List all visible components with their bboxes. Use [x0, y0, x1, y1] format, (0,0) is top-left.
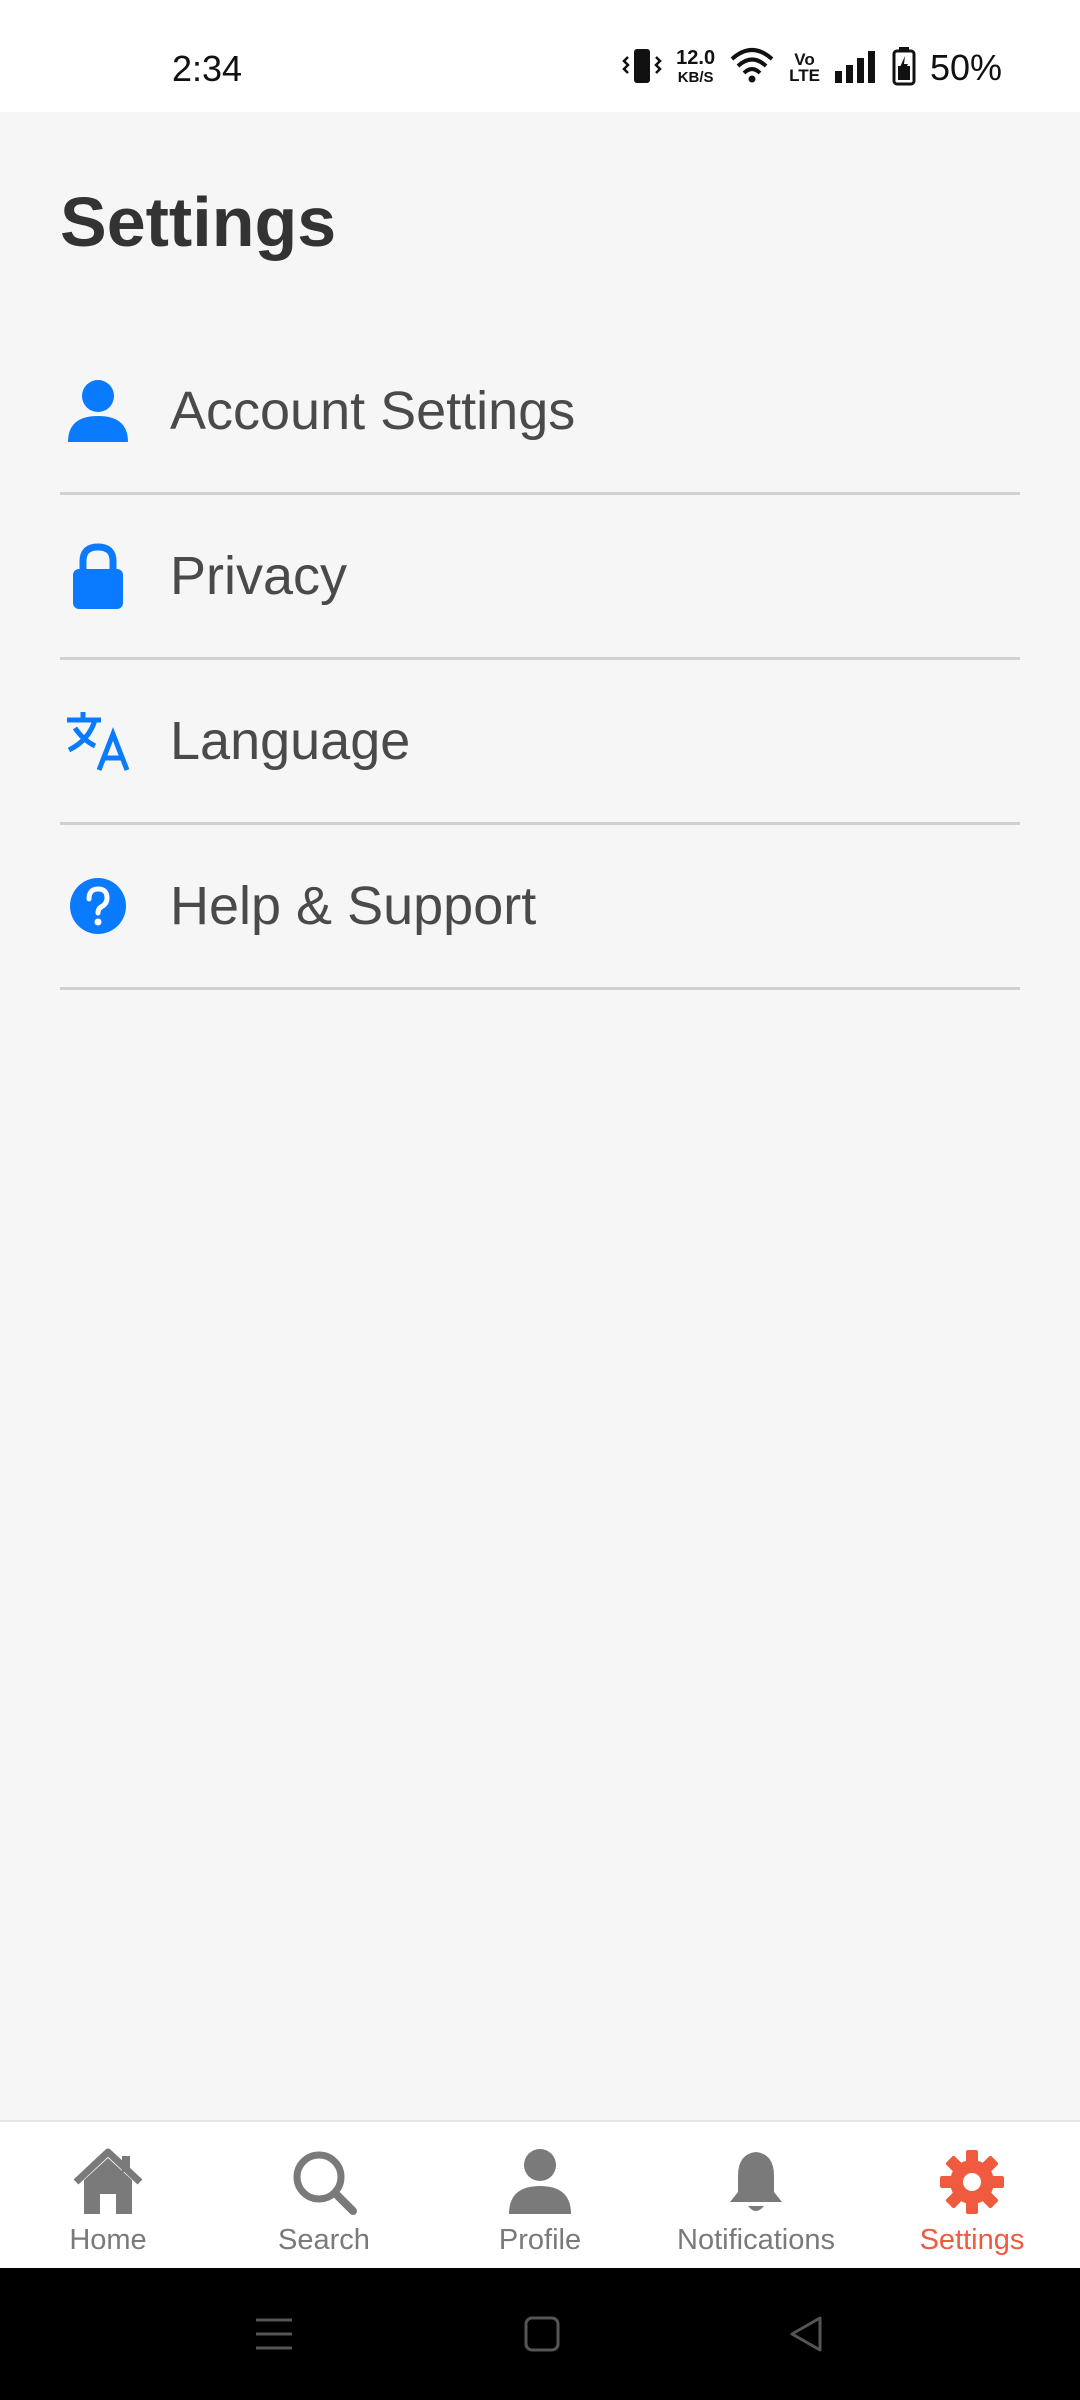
nav-label: Home	[69, 2224, 147, 2256]
translate-icon	[62, 705, 134, 777]
person-icon	[62, 375, 134, 447]
nav-item-settings[interactable]: Settings	[864, 2122, 1080, 2270]
settings-item-label: Privacy	[170, 546, 348, 606]
status-bar: 2:34 12.0 KB/S Vo LTE 50%	[0, 0, 1080, 112]
signal-icon	[834, 49, 878, 88]
battery-icon	[892, 46, 916, 91]
settings-item-label: Language	[170, 711, 411, 771]
nav-item-profile[interactable]: Profile	[432, 2122, 648, 2270]
settings-list: Account Settings Privacy Language Help &…	[60, 330, 1020, 990]
nav-label: Profile	[498, 2224, 582, 2256]
nav-label: Notifications	[677, 2224, 835, 2256]
gear-icon	[936, 2146, 1008, 2218]
home-button-icon[interactable]	[522, 2314, 562, 2359]
settings-item-help[interactable]: Help & Support	[60, 825, 1020, 990]
settings-item-label: Help & Support	[170, 876, 537, 936]
nav-label: Search	[278, 2224, 370, 2256]
settings-item-privacy[interactable]: Privacy	[60, 495, 1020, 660]
status-icons: 12.0 KB/S Vo LTE 50%	[622, 46, 1002, 90]
lock-icon	[62, 540, 134, 612]
bottom-nav: Home Search Profile Notifications Settin…	[0, 2120, 1080, 2270]
settings-item-label: Account Settings	[170, 381, 576, 441]
menu-icon[interactable]	[254, 2314, 294, 2359]
help-circle-icon	[62, 870, 134, 942]
network-speed: 12.0 KB/S	[676, 47, 716, 87]
settings-item-language[interactable]: Language	[60, 660, 1020, 825]
nav-item-home[interactable]: Home	[0, 2122, 216, 2270]
nav-item-notifications[interactable]: Notifications	[648, 2122, 864, 2270]
bell-icon	[720, 2146, 792, 2218]
network-speed-value: 12.0	[676, 47, 716, 69]
volte-bottom: LTE	[789, 66, 820, 85]
vibrate-icon	[622, 47, 662, 90]
back-icon[interactable]	[786, 2314, 826, 2359]
battery-percent: 50%	[929, 47, 1002, 88]
page-title: Settings	[60, 183, 337, 261]
nav-label: Settings	[919, 2224, 1025, 2256]
search-icon	[288, 2146, 360, 2218]
system-nav-bar	[0, 2268, 1080, 2400]
nav-item-search[interactable]: Search	[216, 2122, 432, 2270]
volte-indicator: Vo LTE	[789, 51, 820, 85]
wifi-icon	[729, 47, 775, 90]
settings-item-account[interactable]: Account Settings	[60, 330, 1020, 495]
network-speed-unit: KB/S	[677, 69, 714, 86]
person-icon	[504, 2146, 576, 2218]
status-time: 2:34	[172, 48, 243, 89]
home-icon	[72, 2146, 144, 2218]
